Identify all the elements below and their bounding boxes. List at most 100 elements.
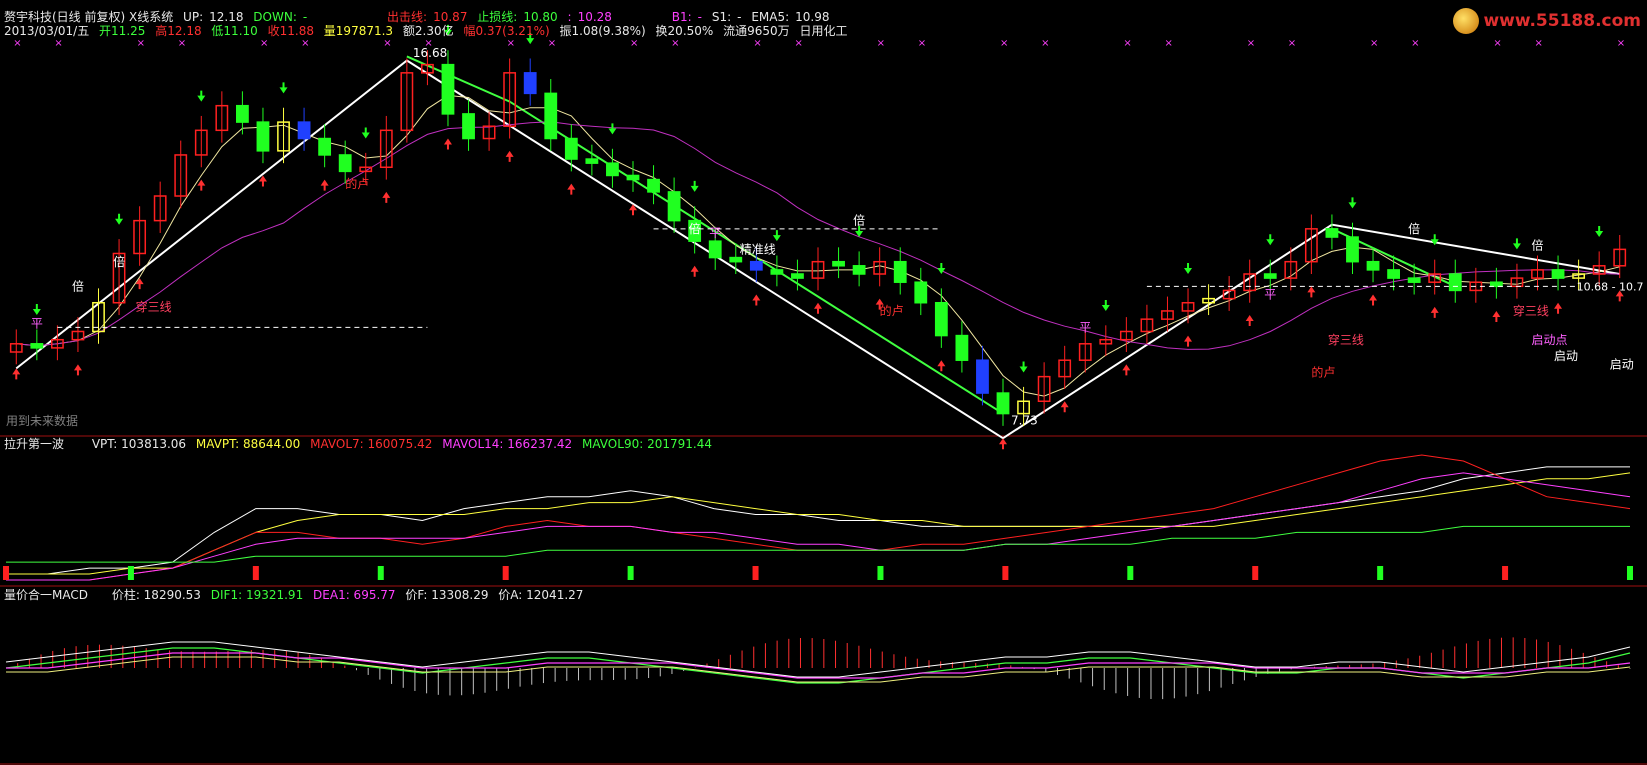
up-arrow-icon bbox=[1184, 335, 1193, 347]
panel3-dif: DIF1: 19321.91 bbox=[210, 588, 304, 602]
quote-high: 高12.18 bbox=[155, 24, 202, 38]
chuan-label: 穿三线 bbox=[136, 299, 172, 314]
x-mark: × bbox=[13, 38, 21, 49]
up-label: UP: bbox=[183, 10, 204, 24]
price-low-label: 7.73 bbox=[1011, 414, 1038, 428]
up-arrow-icon bbox=[73, 364, 82, 376]
candle-body bbox=[893, 260, 907, 283]
bei-label: 倍 bbox=[72, 278, 84, 293]
quote-date: 2013/03/01/五 bbox=[4, 24, 90, 38]
x-mark: × bbox=[877, 38, 885, 49]
stop-label: 止损线: bbox=[477, 10, 518, 24]
series-vpt bbox=[6, 466, 1630, 575]
series-mavpt bbox=[6, 472, 1631, 575]
down-arrow-icon bbox=[690, 180, 699, 192]
candle-body bbox=[462, 113, 475, 140]
up-arrow-icon bbox=[752, 294, 761, 306]
candle-body bbox=[1325, 228, 1339, 238]
zhun-label: 精准线 bbox=[740, 242, 776, 256]
chuan-label: 穿三线 bbox=[1328, 332, 1364, 347]
qi-label: 启动点 bbox=[1531, 333, 1567, 347]
down-arrow-icon bbox=[772, 230, 781, 242]
exit-label: 出击线: bbox=[387, 10, 428, 24]
volume-signal-bar bbox=[252, 566, 259, 580]
mid-value: 10.28 bbox=[577, 10, 612, 24]
x-mark: × bbox=[671, 38, 679, 49]
up-arrow-icon bbox=[690, 265, 699, 277]
panel3-a: 价A: 12041.27 bbox=[498, 588, 584, 602]
candle-body bbox=[585, 158, 599, 164]
candle-body bbox=[318, 137, 332, 156]
ping-label: 平 bbox=[1079, 320, 1091, 334]
x-mark: × bbox=[507, 38, 515, 49]
x-mark: × bbox=[1617, 38, 1625, 49]
panel3-zhu: 价柱: 18290.53 bbox=[111, 588, 201, 602]
series-mavol14 bbox=[6, 472, 1631, 581]
up-value: 12.18 bbox=[209, 10, 244, 24]
candle-body bbox=[338, 154, 352, 173]
candle-body bbox=[914, 281, 928, 304]
candle-body bbox=[606, 162, 619, 177]
di-label: 的卢 bbox=[880, 303, 904, 318]
down-arrow-icon bbox=[1266, 234, 1275, 246]
candle-body bbox=[1448, 273, 1462, 292]
panel2-mavpt: MAVPT: 88644.00 bbox=[195, 437, 301, 451]
down-label: DOWN: bbox=[253, 10, 297, 24]
up-arrow-icon bbox=[1307, 286, 1316, 298]
macd-panel bbox=[5, 637, 1631, 700]
candle-body bbox=[708, 240, 722, 259]
up-arrow-icon bbox=[937, 360, 946, 372]
quote-open: 开11.25 bbox=[99, 24, 146, 38]
x-mark: × bbox=[424, 38, 432, 49]
panel2-header: 拉升第一波 VPT: 103813.06 MAVPT: 88644.00 MAV… bbox=[4, 437, 718, 451]
candle-body bbox=[441, 63, 455, 115]
bei-label: 倍 bbox=[853, 213, 865, 228]
bei-label: 倍 bbox=[1408, 221, 1420, 236]
s1-label: S1: bbox=[711, 10, 732, 24]
ping-label: 平 bbox=[1264, 288, 1276, 302]
up-arrow-icon bbox=[1245, 315, 1254, 327]
candle-body bbox=[832, 260, 845, 267]
volume-signal-bar bbox=[1377, 566, 1384, 580]
b1-value: - bbox=[697, 10, 703, 24]
quote-close: 收11.88 bbox=[267, 24, 314, 38]
down-arrow-icon bbox=[1512, 238, 1521, 250]
x-mark: × bbox=[548, 38, 556, 49]
up-arrow-icon bbox=[814, 302, 822, 314]
x-mark: × bbox=[1370, 38, 1378, 49]
candle-body bbox=[955, 334, 969, 361]
bei-label: 倍 bbox=[689, 221, 701, 236]
x-mark: × bbox=[1411, 38, 1419, 49]
quote-sector: 日用化工 bbox=[799, 24, 848, 38]
up-arrow-icon bbox=[1060, 401, 1069, 413]
panel3-name: 量价合一MACD bbox=[4, 588, 88, 602]
x-mark: × bbox=[178, 38, 186, 49]
x-mark: × bbox=[1041, 38, 1049, 49]
down-arrow-icon bbox=[32, 304, 41, 316]
mid-label: : bbox=[567, 10, 572, 24]
candle-body bbox=[647, 178, 660, 193]
panel2-name: 拉升第一波 bbox=[4, 437, 65, 451]
quote-row: 2013/03/01/五 开11.25 高12.18 低11.10 收11.88… bbox=[4, 24, 854, 38]
series-price-f bbox=[5, 641, 1631, 678]
candle-body bbox=[564, 137, 578, 160]
down-arrow-icon bbox=[1101, 299, 1110, 311]
x-mark: × bbox=[1247, 38, 1255, 49]
candle-body bbox=[1489, 281, 1503, 288]
quote-amount: 额2.30亿 bbox=[402, 24, 454, 38]
x-mark: × bbox=[54, 38, 62, 49]
site-logo: www.55188.com bbox=[1453, 8, 1641, 34]
volume-signal-bar bbox=[1127, 566, 1134, 580]
candle-body bbox=[256, 121, 270, 152]
volume-signal-bar bbox=[1627, 566, 1633, 580]
x-mark: × bbox=[1493, 38, 1501, 49]
candle-body bbox=[1346, 236, 1359, 263]
up-arrow-icon bbox=[999, 438, 1008, 450]
down-arrow-icon bbox=[1348, 197, 1357, 209]
header-row: 赘宇科技(日线 前复权) X线系统 UP: 12.18 DOWN: - 出击线: 10… bbox=[4, 10, 836, 24]
candle-body bbox=[667, 191, 681, 222]
candle-body bbox=[297, 121, 311, 140]
bei-label: 倍 bbox=[1531, 237, 1543, 252]
up-arrow-icon bbox=[197, 179, 206, 191]
x-mark: × bbox=[918, 38, 926, 49]
